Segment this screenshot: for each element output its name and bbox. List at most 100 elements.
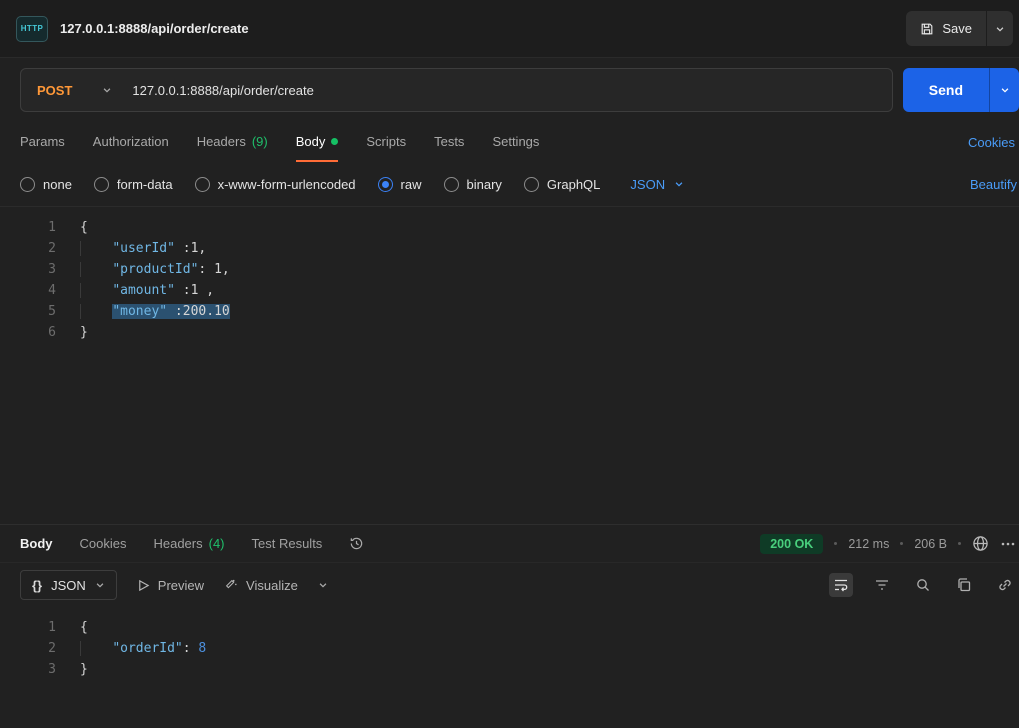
code-line: 4 "amount" :1 , — [0, 280, 1019, 301]
code-content: "userId" :1, — [80, 238, 206, 259]
code-line: 2 "userId" :1, — [0, 238, 1019, 259]
tab-label: Settings — [492, 133, 540, 149]
radio-icon — [443, 176, 459, 192]
body-type-none[interactable]: none — [20, 176, 72, 192]
tab-params[interactable]: Params — [20, 122, 65, 162]
tab-scripts[interactable]: Scripts — [366, 122, 406, 162]
tab-authorization[interactable]: Authorization — [93, 122, 169, 162]
app-window: HTTP 127.0.0.1:8888/api/order/create Sav… — [0, 0, 1019, 728]
filter-icon[interactable] — [870, 573, 894, 597]
body-type-graphql[interactable]: GraphQL — [523, 176, 600, 192]
separator-dot — [834, 542, 838, 545]
response-body-editor[interactable]: 1{2 "orderId": 8 3} — [0, 607, 1019, 728]
body-format-selector[interactable]: JSON — [630, 177, 684, 192]
globe-icon[interactable] — [972, 535, 989, 552]
code-line: 1{ — [0, 217, 1019, 238]
response-meta: 200 OK 212 ms 206 B — [760, 533, 1015, 554]
code-content: "money" :200.10 — [80, 301, 230, 322]
code-content: } — [80, 325, 88, 340]
radio-label: x-www-form-urlencoded — [217, 176, 356, 192]
code-line: 1{ — [0, 617, 1019, 638]
modified-dot-icon — [331, 137, 339, 145]
response-section: Body Cookies Headers (4) Test Results 200 OK… — [0, 524, 1019, 728]
tab-label: Authorization — [92, 133, 169, 149]
line-number: 1 — [48, 220, 56, 235]
copy-icon[interactable] — [952, 573, 976, 597]
response-tabs-row: Body Cookies Headers (4) Test Results 200 OK… — [0, 525, 1019, 563]
save-button[interactable]: Save — [906, 11, 986, 46]
save-button-label: Save — [942, 21, 972, 36]
preview-label: Preview — [157, 577, 205, 593]
method-label: POST — [37, 82, 73, 98]
braces-icon: {} — [32, 577, 43, 593]
tab-label: Body — [295, 133, 326, 149]
view-options-chevron[interactable] — [318, 580, 328, 590]
radio-icon — [93, 176, 109, 192]
body-type-binary[interactable]: binary — [443, 176, 502, 192]
line-number: 5 — [48, 304, 56, 319]
response-history-icon[interactable] — [349, 536, 364, 551]
code-content: { — [80, 220, 88, 235]
tab-label: Body — [20, 536, 53, 551]
response-toolbar-icons — [829, 573, 1011, 597]
body-type-form-data[interactable]: form-data — [93, 176, 173, 192]
tab-label: Params — [20, 133, 65, 149]
response-format-selector[interactable]: {} JSON — [20, 570, 117, 600]
visualize-button[interactable]: Visualize — [224, 578, 298, 593]
cookies-link[interactable]: Cookies — [968, 135, 1015, 150]
body-type-x-www-form-urlencoded[interactable]: x-www-form-urlencoded — [194, 176, 356, 192]
line-number: 2 — [48, 241, 56, 256]
code-content: { — [80, 620, 88, 635]
body-type-options: none form-data x-www-form-urlencoded raw bin… — [20, 176, 600, 192]
send-button[interactable]: Send — [902, 68, 989, 112]
response-tab-headers[interactable]: Headers (4) — [153, 536, 224, 551]
request-body-editor[interactable]: 1{2 "userId" :1, 3 "productId": 1, 4 "amou… — [0, 207, 1019, 524]
tab-headers[interactable]: Headers (9) — [197, 122, 268, 162]
link-icon[interactable] — [993, 573, 1017, 597]
line-number: 4 — [48, 283, 56, 298]
code-content: } — [80, 662, 88, 677]
radio-icon — [20, 176, 35, 192]
response-tabs-list: Body Cookies Headers (4) Test Results — [20, 536, 349, 551]
response-time: 212 ms — [848, 536, 890, 551]
http-request-icon: HTTP — [16, 15, 48, 42]
tab-body[interactable]: Body — [295, 122, 339, 162]
tab-label: Tests — [434, 133, 465, 149]
save-dropdown-button[interactable] — [986, 11, 1013, 46]
visualize-icon — [224, 578, 238, 592]
radio-icon — [377, 176, 393, 192]
response-tab-body[interactable]: Body — [20, 536, 53, 551]
tab-count: (9) — [251, 133, 268, 149]
line-number: 1 — [48, 620, 56, 635]
tab-label: Headers — [196, 133, 246, 149]
preview-button[interactable]: Preview — [137, 578, 204, 593]
line-number: 3 — [48, 262, 56, 277]
search-icon[interactable] — [911, 573, 935, 597]
tab-settings[interactable]: Settings — [492, 122, 539, 162]
request-tabs-list: Params Authorization Headers (9) Body Scripts… — [20, 122, 539, 162]
response-tab-test-results[interactable]: Test Results — [252, 536, 323, 551]
code-content: "amount" :1 , — [80, 280, 214, 301]
body-type-raw[interactable]: raw — [377, 176, 422, 192]
code-line: 3 "productId": 1, — [0, 259, 1019, 280]
url-input[interactable]: 127.0.0.1:8888/api/order/create — [128, 83, 313, 98]
beautify-link[interactable]: Beautify — [970, 177, 1017, 192]
response-tab-cookies[interactable]: Cookies — [80, 536, 127, 551]
separator-dot — [900, 542, 904, 545]
line-number: 6 — [48, 325, 56, 340]
method-selector[interactable]: POST — [21, 69, 128, 111]
request-title: 127.0.0.1:8888/api/order/create — [60, 21, 249, 36]
tab-tests[interactable]: Tests — [434, 122, 464, 162]
wrap-text-icon[interactable] — [829, 573, 853, 597]
visualize-label: Visualize — [246, 577, 298, 593]
request-tabs: Params Authorization Headers (9) Body Scripts… — [0, 122, 1019, 162]
tab-label: Headers — [153, 536, 203, 551]
more-options-icon[interactable] — [1000, 536, 1016, 552]
send-dropdown-button[interactable] — [989, 68, 1019, 112]
chevron-down-icon — [102, 85, 112, 95]
radio-icon — [194, 176, 210, 192]
radio-label: form-data — [116, 176, 173, 192]
send-button-group: Send — [902, 68, 1019, 112]
response-size: 206 B — [914, 536, 947, 551]
chevron-down-icon — [995, 24, 1005, 34]
